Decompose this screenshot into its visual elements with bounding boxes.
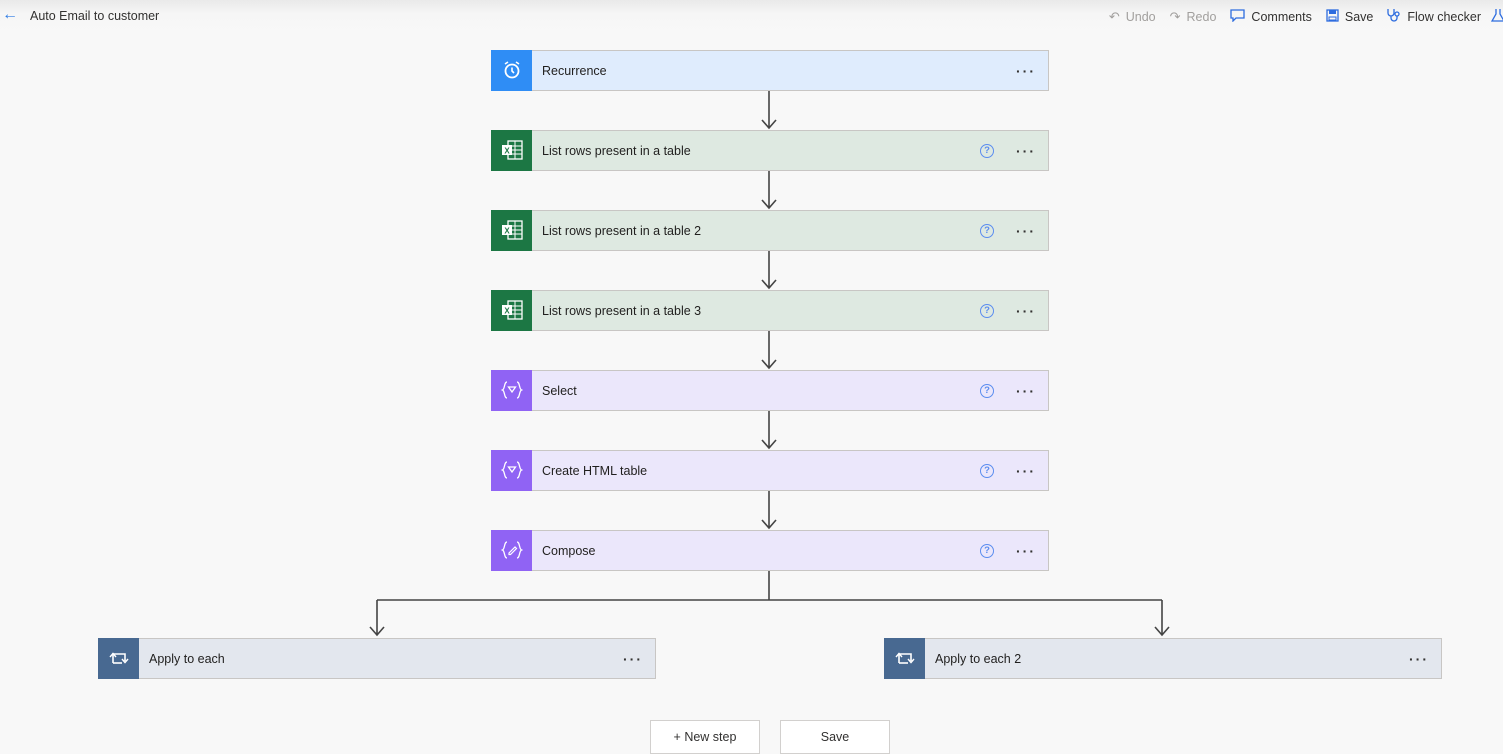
help-icon[interactable]: ? bbox=[980, 463, 994, 478]
more-options-icon[interactable]: ··· bbox=[1016, 223, 1036, 239]
help-icon[interactable]: ? bbox=[980, 383, 994, 398]
svg-text:X: X bbox=[504, 227, 510, 236]
step-card-apply-to-each-2[interactable]: Apply to each 2 ··· bbox=[884, 637, 1442, 679]
step-label: Select bbox=[542, 383, 577, 398]
step-card-apply-to-each[interactable]: Apply to each ··· bbox=[98, 637, 656, 679]
help-icon[interactable]: ? bbox=[980, 303, 994, 318]
loop-icon bbox=[98, 637, 139, 679]
step-label: Compose bbox=[542, 543, 596, 558]
step-card-create-html-table[interactable]: Create HTML table ? ··· bbox=[491, 449, 1049, 491]
step-label: List rows present in a table bbox=[542, 143, 691, 158]
more-options-icon[interactable]: ··· bbox=[623, 651, 643, 667]
step-card-list-rows-1[interactable]: X List rows present in a table ? ··· bbox=[491, 129, 1049, 171]
step-card-compose[interactable]: Compose ? ··· bbox=[491, 529, 1049, 571]
step-label: List rows present in a table 2 bbox=[542, 223, 702, 238]
step-card-recurrence[interactable]: Recurrence ··· bbox=[491, 49, 1049, 91]
step-label: Create HTML table bbox=[542, 463, 648, 478]
step-label: Apply to each 2 bbox=[935, 651, 1022, 666]
compose-icon bbox=[491, 529, 532, 571]
help-icon[interactable]: ? bbox=[980, 543, 994, 558]
step-label: List rows present in a table 3 bbox=[542, 303, 702, 318]
connector-3 bbox=[761, 251, 777, 290]
new-step-button[interactable]: + New step bbox=[650, 720, 760, 754]
svg-text:X: X bbox=[504, 147, 510, 156]
help-icon[interactable]: ? bbox=[980, 143, 994, 158]
more-options-icon[interactable]: ··· bbox=[1016, 543, 1036, 559]
step-label: Recurrence bbox=[542, 63, 607, 78]
alarm-clock-icon bbox=[491, 49, 532, 91]
save-button[interactable]: Save bbox=[780, 720, 890, 754]
more-options-icon[interactable]: ··· bbox=[1016, 63, 1036, 79]
excel-icon: X bbox=[491, 129, 532, 171]
more-options-icon[interactable]: ··· bbox=[1016, 143, 1036, 159]
connector-1 bbox=[761, 91, 777, 130]
more-options-icon[interactable]: ··· bbox=[1016, 383, 1036, 399]
branch-connector bbox=[369, 571, 1170, 637]
more-options-icon[interactable]: ··· bbox=[1016, 303, 1036, 319]
excel-icon: X bbox=[491, 289, 532, 331]
connector-2 bbox=[761, 171, 777, 210]
data-operation-icon bbox=[491, 369, 532, 411]
help-icon[interactable]: ? bbox=[980, 223, 994, 238]
step-card-list-rows-3[interactable]: X List rows present in a table 3 ? ··· bbox=[491, 289, 1049, 331]
step-label: Apply to each bbox=[149, 651, 225, 666]
connector-6 bbox=[761, 491, 777, 530]
data-operation-icon bbox=[491, 449, 532, 491]
connector-5 bbox=[761, 411, 777, 450]
connector-4 bbox=[761, 331, 777, 370]
excel-icon: X bbox=[491, 209, 532, 251]
loop-icon bbox=[884, 637, 925, 679]
more-options-icon[interactable]: ··· bbox=[1409, 651, 1429, 667]
step-card-select[interactable]: Select ? ··· bbox=[491, 369, 1049, 411]
more-options-icon[interactable]: ··· bbox=[1016, 463, 1036, 479]
svg-text:X: X bbox=[504, 307, 510, 316]
step-card-list-rows-2[interactable]: X List rows present in a table 2 ? ··· bbox=[491, 209, 1049, 251]
